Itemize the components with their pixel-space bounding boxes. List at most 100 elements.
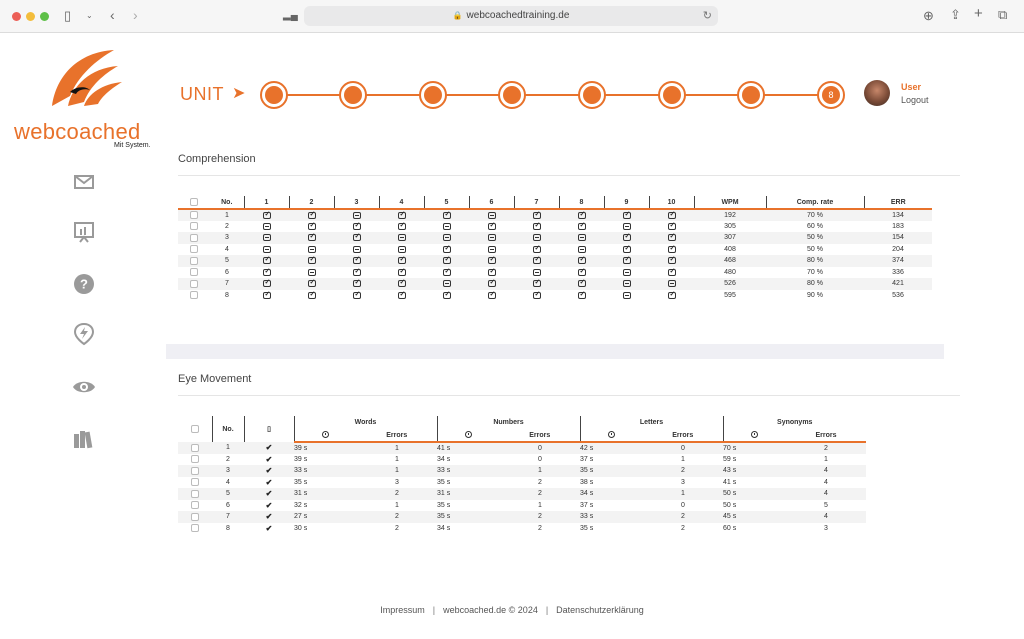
unit-step[interactable] [339, 81, 367, 109]
checked-box-icon [559, 290, 604, 302]
row-checkbox[interactable] [178, 232, 210, 244]
presentation-chart-icon[interactable] [72, 220, 96, 244]
unit-step-current[interactable]: 8 [817, 81, 845, 109]
errors-value: 0 [681, 501, 685, 509]
logo[interactable]: webcoached Mit System. [12, 44, 157, 149]
minimize-window-button[interactable] [26, 12, 35, 21]
location-bolt-icon[interactable] [72, 322, 96, 346]
time-value: 41 s [723, 478, 737, 486]
checked-box-icon [559, 255, 604, 267]
row-checkbox[interactable] [178, 511, 212, 523]
logout-link[interactable]: Logout [901, 95, 929, 105]
minus-box-icon [469, 209, 514, 221]
new-tab-icon[interactable]: + [974, 6, 983, 21]
share-icon[interactable]: ⇪ [950, 8, 961, 22]
time-value: 37 s [580, 455, 594, 463]
sidebar-toggle-icon[interactable]: ▯ [64, 9, 71, 23]
row-checkbox[interactable] [178, 465, 212, 477]
browser-toolbar: ▯ ⌄ ‹ › ▂▄ 🔒 webcoachedtraining.de ↻ ⊕ ⇪ +… [0, 0, 1024, 33]
forward-icon[interactable]: › [133, 8, 138, 22]
errors-value: 2 [538, 524, 542, 532]
checked-box-icon [289, 278, 334, 290]
errors-value: 1 [357, 442, 437, 454]
checkmark-icon: ✔ [244, 465, 294, 477]
table-row: 4 ✔ 35 s 3 35 s 2 38 s 3 41 s 4 [178, 477, 866, 489]
help-icon[interactable]: ? [72, 272, 96, 296]
eye-icon[interactable] [72, 375, 96, 399]
row-checkbox[interactable] [178, 500, 212, 512]
row-checkbox[interactable] [178, 278, 210, 290]
err-value: 421 [864, 278, 932, 290]
back-icon[interactable]: ‹ [110, 8, 115, 22]
row-checkbox[interactable] [178, 290, 210, 302]
checked-box-icon [424, 244, 469, 256]
checked-box-icon [469, 278, 514, 290]
avatar[interactable] [864, 80, 890, 106]
row-checkbox[interactable] [178, 209, 210, 221]
impressum-link[interactable]: Impressum [380, 605, 425, 615]
minus-box-icon [244, 221, 289, 233]
download-icon[interactable]: ⊕ [923, 9, 934, 23]
row-checkbox[interactable] [178, 488, 212, 500]
row-checkbox[interactable] [178, 255, 210, 267]
row-checkbox[interactable] [178, 442, 212, 454]
arrow-right-icon: ➤ [232, 85, 246, 102]
row-number: 8 [226, 524, 230, 532]
select-all-checkbox[interactable] [178, 416, 212, 442]
unit-label: UNIT [180, 84, 224, 104]
checked-box-icon [424, 290, 469, 302]
errors-header: Errors [786, 429, 866, 443]
tab-overview-icon[interactable]: ⧉ [998, 8, 1007, 22]
user-link[interactable]: User [901, 82, 921, 92]
row-checkbox[interactable] [178, 244, 210, 256]
unit-step[interactable] [737, 81, 765, 109]
minus-box-icon [289, 244, 334, 256]
minus-box-icon [469, 232, 514, 244]
clock-icon [293, 429, 357, 443]
privacy-link[interactable]: Datenschutzerklärung [556, 605, 644, 615]
checkmark-icon: ✔ [244, 511, 294, 523]
unit-step[interactable] [260, 81, 288, 109]
table-row: 4 408 50 % 204 [178, 244, 932, 256]
mail-icon[interactable] [72, 170, 96, 194]
row-checkbox[interactable] [178, 267, 210, 279]
minus-box-icon [334, 209, 379, 221]
checked-box-icon [649, 267, 694, 279]
checked-box-icon [424, 255, 469, 267]
row-checkbox[interactable] [178, 221, 210, 233]
signal-bars-icon[interactable]: ▂▄ [283, 9, 298, 23]
time-value: 37 s [580, 501, 594, 509]
errors-value: 1 [538, 501, 542, 509]
table-row: 8 ✔ 30 s 2 34 s 2 35 s 2 60 s 3 [178, 523, 866, 535]
err-value: 154 [864, 232, 932, 244]
unit-step[interactable] [498, 81, 526, 109]
row-number: 3 [210, 232, 244, 244]
books-icon[interactable] [72, 426, 96, 450]
comp-rate-value: 50 % [766, 232, 864, 244]
close-window-button[interactable] [12, 12, 21, 21]
errors-value: 4 [786, 465, 866, 477]
column-header: 9 [603, 196, 649, 210]
row-checkbox[interactable] [178, 477, 212, 489]
errors-value: 4 [786, 511, 866, 523]
address-bar[interactable]: 🔒 webcoachedtraining.de ↻ [304, 6, 718, 26]
time-value: 38 s [580, 478, 594, 486]
checked-box-icon [289, 232, 334, 244]
reload-icon[interactable]: ↻ [703, 6, 712, 26]
unit-step[interactable] [419, 81, 447, 109]
row-checkbox[interactable] [178, 523, 212, 535]
checked-box-icon [424, 209, 469, 221]
logo-mark-icon [52, 50, 122, 106]
chevron-down-icon[interactable]: ⌄ [86, 9, 93, 23]
row-checkbox[interactable] [178, 454, 212, 466]
unit-step[interactable] [658, 81, 686, 109]
select-all-checkbox[interactable] [178, 196, 210, 210]
checked-box-icon [514, 209, 559, 221]
unit-step[interactable] [578, 81, 606, 109]
minus-box-icon [379, 244, 424, 256]
time-value: 59 s [723, 455, 737, 463]
document-icon: ▯ [243, 416, 294, 442]
zoom-window-button[interactable] [40, 12, 49, 21]
minus-box-icon [424, 232, 469, 244]
checked-box-icon [604, 232, 649, 244]
